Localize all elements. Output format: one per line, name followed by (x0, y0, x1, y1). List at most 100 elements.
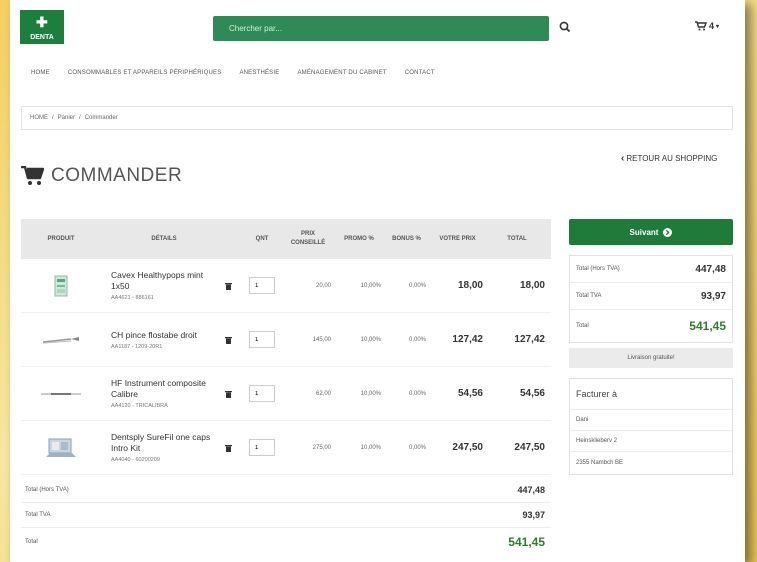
cross-icon: ✚ (36, 14, 48, 30)
summary-total-value: 541,45 (508, 535, 545, 549)
summary-tva: Total TVA 93,97 (21, 503, 551, 528)
billing-street: Heinsklieberv 2 (570, 431, 732, 452)
quantity-input[interactable] (249, 385, 275, 402)
retour-label: RETOUR AU SHOPPING (626, 154, 718, 163)
bonus-percent: 0,00% (408, 390, 426, 397)
billing-title: Facturer à (570, 379, 732, 410)
page-title: COMMANDER (21, 165, 182, 187)
quantity-input[interactable] (249, 277, 275, 294)
bonus-percent: 0,00% (408, 444, 426, 451)
col-votre-prix: VOTRE PRIX (439, 236, 476, 242)
votre-prix: 247,50 (452, 442, 483, 453)
product-image[interactable] (21, 275, 101, 297)
panel-tva-value: 93,97 (700, 290, 726, 302)
product-image[interactable] (21, 334, 101, 346)
row-total: 54,56 (519, 388, 545, 399)
product-image-instrument (41, 392, 81, 395)
nav-item-consommables[interactable]: CONSOMMABLES ET APPAREILS PÉRIPHÉRIQUES (68, 70, 222, 76)
trash-icon[interactable] (217, 439, 239, 457)
billing-name: Dani (570, 410, 732, 431)
summary-total-label: Total (25, 539, 38, 545)
page: ✚ DENTA 4 ▾ HOME CONSOMMABLES ET APPAREI… (10, 0, 745, 562)
product-name[interactable]: HF Instrument composite Calibre (111, 378, 217, 400)
suivant-button[interactable]: Suivant (569, 219, 733, 245)
product-image[interactable] (21, 390, 101, 398)
product-image[interactable] (21, 435, 101, 461)
summary-total: Total 541,45 (21, 528, 551, 556)
trash-icon[interactable] (217, 277, 239, 295)
retour-shopping-link[interactable]: ‹ RETOUR AU SHOPPING (621, 153, 717, 164)
quantity-input[interactable] (249, 439, 275, 456)
promo-percent: 10,00% (360, 282, 381, 289)
col-details: DÉTAILS (151, 236, 177, 242)
suivant-label: Suivant (629, 227, 659, 237)
billing-panel: Facturer à Dani Heinsklieberv 2 2355 Nam… (569, 378, 733, 475)
prix-conseille: 145,00 (312, 336, 331, 343)
nav-item-home[interactable]: HOME (31, 70, 50, 76)
breadcrumb-panier[interactable]: Panier (58, 115, 75, 121)
row-total: 247,50 (514, 442, 545, 453)
livraison-badge: Livraison gratuite! (569, 348, 733, 368)
product-ref: AA4120 - TRICALIBRA (111, 403, 168, 409)
row-total: 127,42 (514, 334, 545, 345)
votre-prix: 127,42 (452, 334, 483, 345)
product-ref: AA4040 - 60200209 (111, 457, 160, 463)
col-qty: QNT (255, 236, 269, 242)
prix-conseille: 275,00 (312, 444, 331, 451)
panel-total-row: Total 541,45 (570, 310, 732, 342)
order-table: PRODUIT DÉTAILS QNT PRIX CONSEILLÉ PROMO… (21, 219, 551, 475)
panel-ht-label: Total (Hors TVA) (576, 266, 620, 272)
page-title-text: COMMANDER (51, 165, 183, 186)
summary-tva-label: Total TVA (25, 512, 51, 518)
quantity-input[interactable] (249, 331, 275, 348)
cart-button[interactable]: 4 ▾ (695, 21, 719, 31)
col-produit: PRODUIT (47, 236, 75, 242)
promo-percent: 10,00% (360, 444, 381, 451)
product-name[interactable]: Dentsply SureFil one caps Intro Kit (111, 432, 217, 454)
cart-icon (21, 166, 45, 185)
col-total: TOTAL (507, 236, 527, 242)
panel-ht-value: 447,48 (695, 263, 726, 275)
chevron-down-icon: ▾ (716, 23, 720, 30)
panel-tva-row: Total TVA 93,97 (570, 283, 732, 310)
nav-item-contact[interactable]: CONTACT (405, 70, 435, 76)
product-name[interactable]: Cavex Healthypops mint 1x50 (111, 270, 217, 292)
row-total: 18,00 (519, 280, 545, 291)
search-bar[interactable] (213, 16, 549, 41)
table-row: HF Instrument composite Calibre AA4120 -… (21, 367, 551, 421)
promo-percent: 10,00% (360, 336, 381, 343)
col-promo: PROMO % (344, 236, 374, 242)
panel-total-value: 541,45 (689, 319, 726, 333)
totals-panel: Total (Hors TVA) 447,48 Total TVA 93,97 … (569, 255, 733, 343)
nav-item-amenagement[interactable]: AMÉNAGEMENT DU CABINET (297, 70, 386, 76)
bonus-percent: 0,00% (408, 336, 426, 343)
prix-conseille: 20,00 (315, 282, 331, 289)
logo-text: DENTA (30, 34, 54, 41)
table-row: CH pince flostabe droit AA1187 - 1209-20… (21, 313, 551, 367)
breadcrumb-home[interactable]: HOME (30, 115, 48, 121)
col-prix: PRIX CONSEILLÉ (290, 231, 326, 246)
product-ref: AA4621 - 886161 (111, 295, 154, 301)
breadcrumb-commander: Commander (84, 115, 118, 121)
search-icon[interactable] (558, 20, 572, 34)
table-header: PRODUIT DÉTAILS QNT PRIX CONSEILLÉ PROMO… (21, 219, 551, 259)
billing-city: 2355 Nambch BE (576, 460, 624, 466)
summary-ht: Total (Hors TVA) 447,48 (21, 478, 551, 503)
panel-ht-row: Total (Hors TVA) 447,48 (570, 256, 732, 283)
col-bonus: BONUS % (392, 236, 421, 242)
summary-tva-value: 93,97 (522, 510, 545, 520)
nav-item-anesthesie[interactable]: ANESTHÉSIE (239, 70, 279, 76)
logo[interactable]: ✚ DENTA (20, 10, 64, 44)
prix-conseille: 62,00 (315, 390, 331, 397)
cart-icon (695, 21, 707, 31)
product-image-pliers (42, 336, 79, 343)
bonus-percent: 0,00% (408, 282, 426, 289)
product-name[interactable]: CH pince flostabe droit (111, 330, 217, 341)
summary-ht-label: Total (Hors TVA) (25, 487, 69, 493)
trash-icon[interactable] (217, 385, 239, 403)
cart-count: 4 (709, 21, 715, 31)
search-input[interactable] (227, 23, 549, 34)
product-ref: AA1187 - 1209-20R1 (111, 343, 163, 350)
product-image-kit (46, 438, 76, 457)
trash-icon[interactable] (217, 331, 239, 349)
